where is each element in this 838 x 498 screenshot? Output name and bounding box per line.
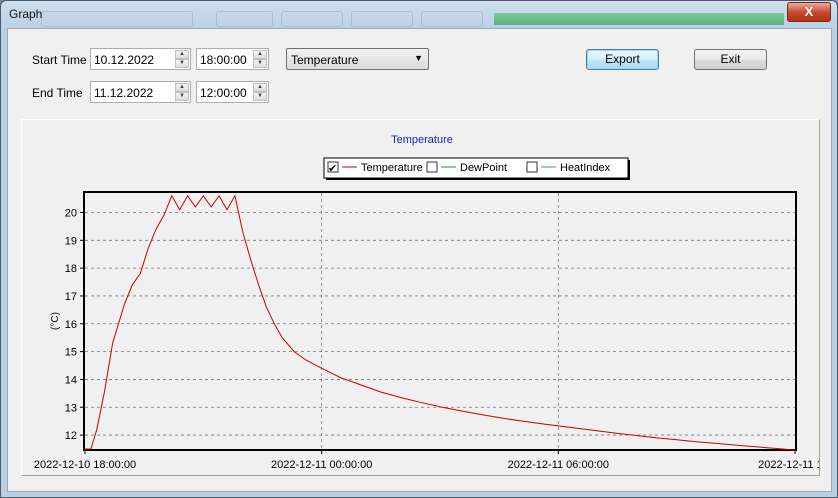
chart-legend: ✔ Temperature DewPoint HeatIndex (323, 157, 630, 180)
legend-checkbox-heatindex[interactable] (526, 161, 538, 173)
window-title: Graph (9, 7, 43, 21)
y-tick-label: 19 (65, 235, 77, 247)
background-progress-ghost (494, 13, 784, 25)
legend-check-icon: ✔ (328, 163, 337, 175)
x-tick-label: 2022-12-11 06:00:00 (508, 459, 609, 471)
close-button[interactable]: X (787, 2, 831, 22)
chart-title: Temperature (391, 134, 453, 146)
legend-label-temperature: Temperature (361, 162, 423, 174)
y-tick-label: 14 (65, 374, 77, 386)
y-tick-label: 12 (65, 430, 77, 442)
legend-label-dewpoint: DewPoint (460, 162, 507, 174)
end-date-spinner[interactable]: ▲ ▼ (175, 83, 189, 101)
y-axis-label: (°C) (50, 312, 61, 330)
end-time-label: End Time (32, 86, 83, 100)
end-time-spinner[interactable]: ▲ ▼ (253, 83, 267, 101)
temperature-chart: Temperature ✔ Temperature DewPoint HeatI… (34, 134, 832, 471)
x-tick-label: 2022-12-10 18:00:00 (34, 459, 136, 471)
measure-dropdown[interactable]: Temperature ▼ (286, 48, 429, 70)
y-tick-label: 18 (65, 263, 77, 275)
legend-label-heatindex: HeatIndex (560, 162, 611, 174)
spin-down-icon[interactable]: ▼ (175, 92, 189, 101)
y-tick-label: 13 (65, 402, 77, 414)
start-time-label: Start Time (32, 53, 87, 67)
dropdown-arrow-icon[interactable]: ▼ (414, 53, 423, 63)
export-button[interactable]: Export (586, 49, 659, 70)
spin-up-icon[interactable]: ▲ (175, 50, 189, 59)
title-bar[interactable]: Graph X (1, 1, 837, 29)
spin-down-icon[interactable]: ▼ (175, 59, 189, 68)
end-date-value[interactable]: 11.12.2022 (94, 86, 153, 100)
x-axis-ticks: 2022-12-10 18:00:00 2022-12-11 00:00:00 20… (34, 449, 832, 471)
spin-down-icon[interactable]: ▼ (253, 59, 267, 68)
start-date-value[interactable]: 10.12.2022 (94, 53, 154, 67)
legend-checkbox-dewpoint[interactable] (426, 161, 438, 173)
spin-up-icon[interactable]: ▲ (253, 50, 267, 59)
start-time-spinner[interactable]: ▲ ▼ (253, 50, 267, 68)
start-time-value[interactable]: 18:00:00 (200, 53, 247, 67)
x-tick-label: 2022-12-11 00:00:00 (271, 459, 372, 471)
start-date-picker[interactable]: 10.12.2022 ▲ ▼ (90, 48, 191, 70)
plot-area (83, 191, 797, 451)
x-tick-label: 2022-12-11 12: (758, 459, 819, 471)
y-tick-label: 20 (65, 207, 77, 219)
chart-panel: Temperature ✔ Temperature DewPoint HeatI… (21, 119, 832, 476)
measure-selected-value: Temperature (291, 53, 359, 67)
spin-up-icon[interactable]: ▲ (175, 83, 189, 92)
spin-up-icon[interactable]: ▲ (253, 83, 267, 92)
end-time-picker[interactable]: 12:00:00 ▲ ▼ (196, 81, 269, 103)
y-tick-label: 15 (65, 347, 77, 359)
start-date-spinner[interactable]: ▲ ▼ (175, 50, 189, 68)
exit-button[interactable]: Exit (694, 49, 767, 70)
spin-down-icon[interactable]: ▼ (253, 92, 267, 101)
end-time-value[interactable]: 12:00:00 (200, 86, 247, 100)
y-tick-label: 16 (65, 319, 77, 331)
start-time-picker[interactable]: 18:00:00 ▲ ▼ (196, 48, 269, 70)
end-date-picker[interactable]: 11.12.2022 ▲ ▼ (90, 81, 191, 103)
y-axis-ticks: 12 13 14 15 16 17 18 19 20 (65, 207, 85, 442)
y-tick-label: 17 (65, 291, 77, 303)
client-area: Start Time 10.12.2022 ▲ ▼ 18:00:00 ▲ ▼ E… (7, 28, 832, 492)
graph-window: Graph X Start Time 10.12.2022 ▲ ▼ 18:00:… (0, 0, 838, 498)
